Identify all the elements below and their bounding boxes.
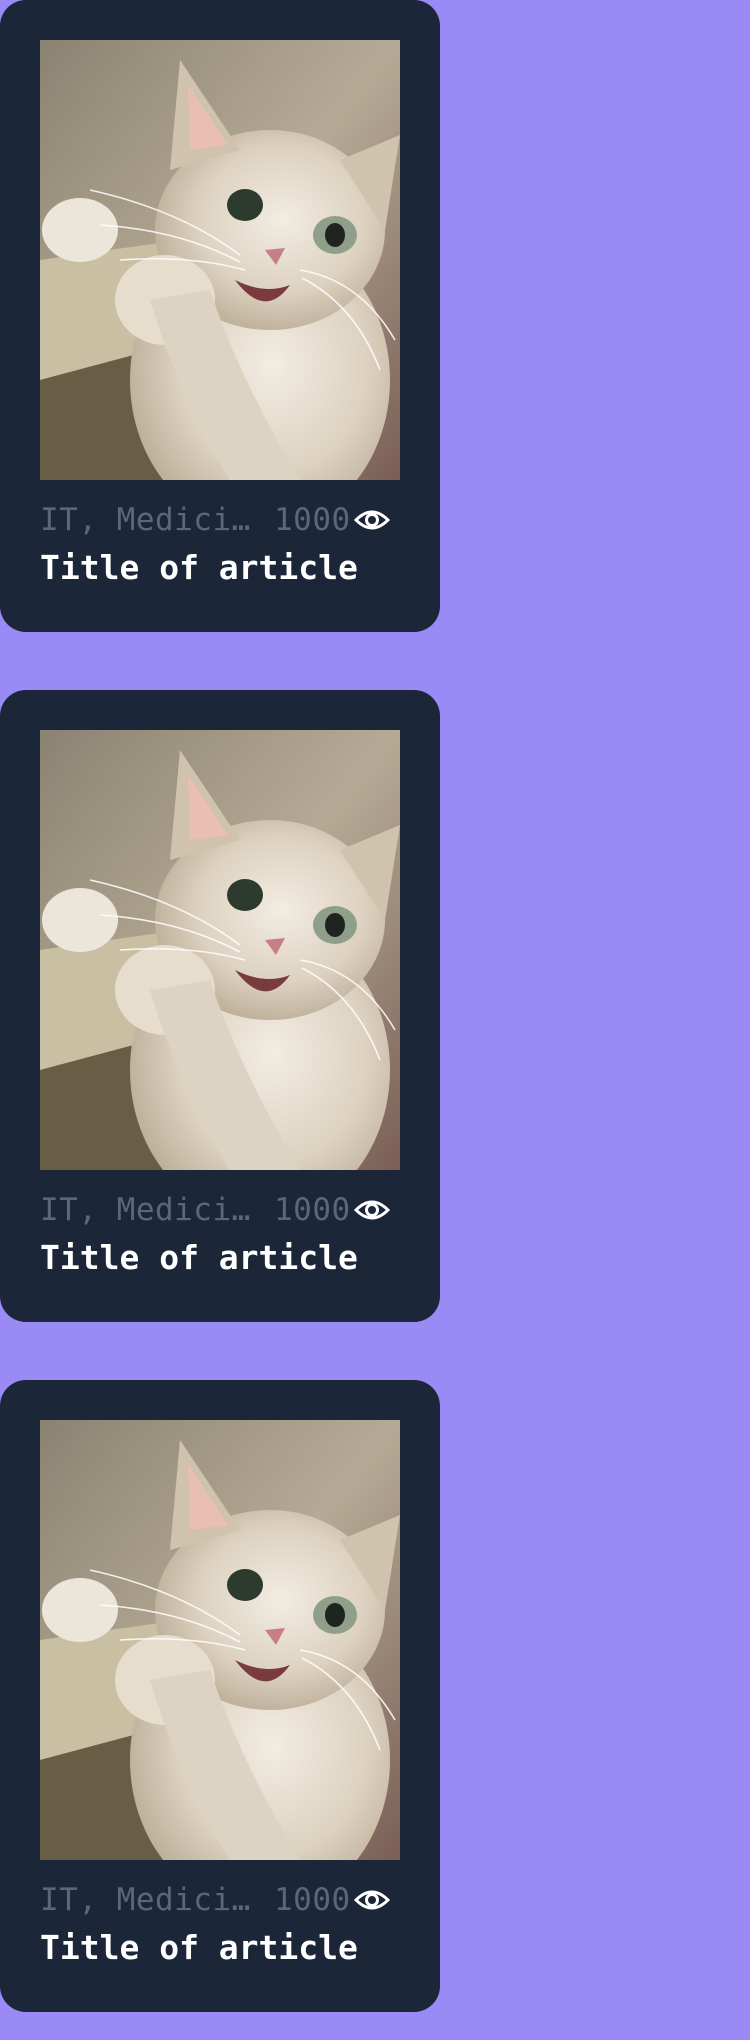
- article-card[interactable]: IT, Medicine 1000 Title of article: [0, 690, 440, 1322]
- tags-label: IT, Medicine: [40, 502, 260, 538]
- tags-label: IT, Medicine: [40, 1882, 260, 1918]
- kitten-image: [40, 1420, 400, 1860]
- kitten-image: [40, 40, 400, 480]
- article-card[interactable]: IT, Medicine 1000 Title of article: [0, 1380, 440, 2012]
- views-count: 1000: [274, 1192, 351, 1228]
- card-meta: IT, Medicine 1000: [40, 500, 400, 540]
- card-meta: IT, Medicine 1000: [40, 1880, 400, 1920]
- article-title[interactable]: Title of article: [40, 1928, 358, 1967]
- article-card[interactable]: IT, Medicine 1000 Title of article: [0, 0, 440, 632]
- eye-icon: [353, 1885, 391, 1915]
- views-count: 1000: [274, 502, 351, 538]
- eye-icon: [353, 505, 391, 535]
- card-meta: IT, Medicine 1000: [40, 1190, 400, 1230]
- article-title[interactable]: Title of article: [40, 548, 358, 587]
- eye-icon: [353, 1195, 391, 1225]
- views-count: 1000: [274, 1882, 351, 1918]
- kitten-image: [40, 730, 400, 1170]
- tags-label: IT, Medicine: [40, 1192, 260, 1228]
- article-title[interactable]: Title of article: [40, 1238, 358, 1277]
